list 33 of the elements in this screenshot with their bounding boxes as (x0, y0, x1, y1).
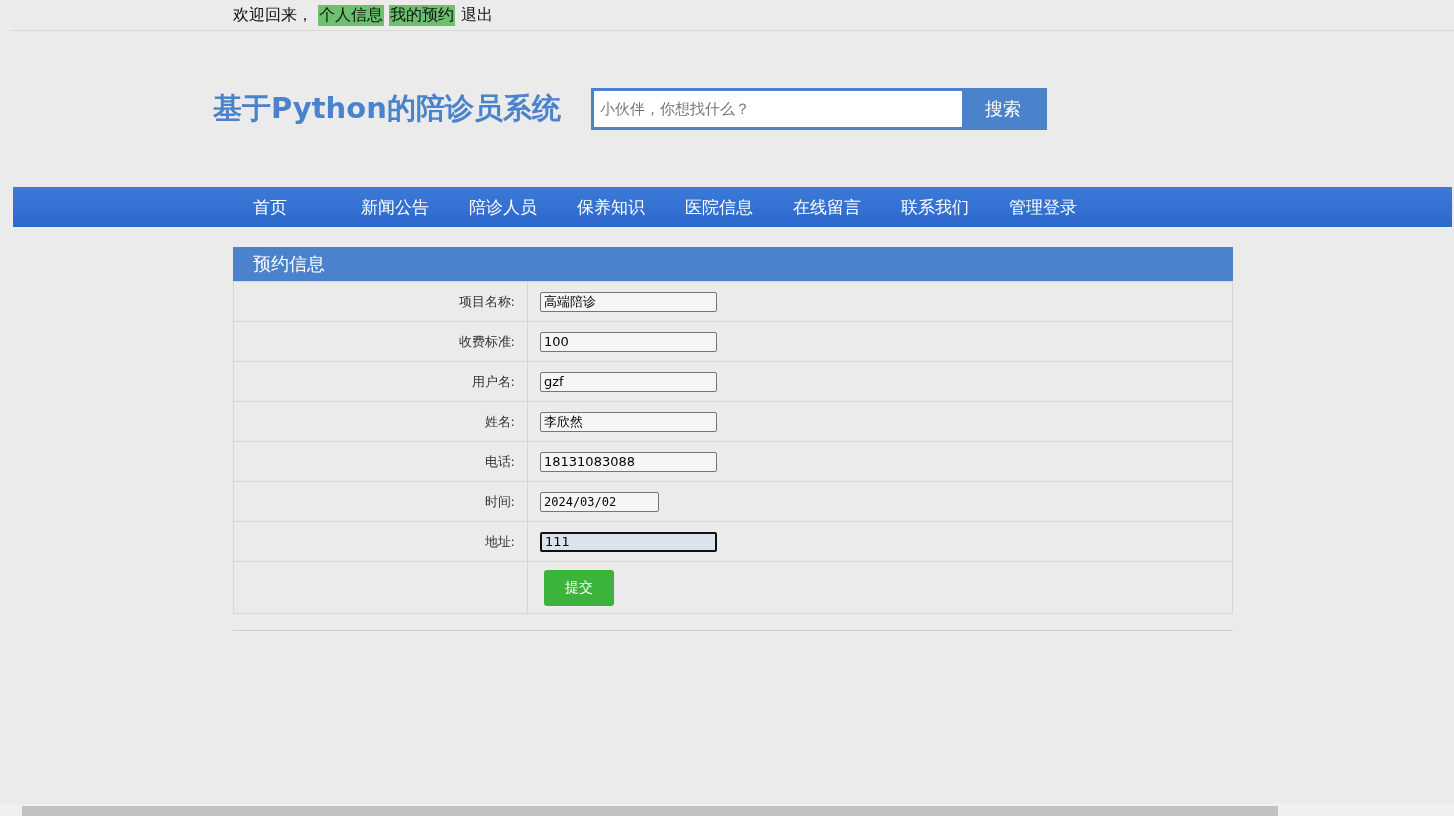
nav-item[interactable]: 管理登录 (1009, 196, 1077, 217)
field-label: 姓名: (484, 413, 515, 429)
field-label: 用户名: (471, 373, 515, 389)
top-link[interactable]: 我的预约 (389, 4, 455, 26)
panel-title: 预约信息 (253, 252, 325, 276)
greeting-text: 欢迎回来， (233, 4, 313, 26)
field-label: 地址: (484, 533, 515, 549)
input-field[interactable]: gzf (540, 371, 717, 392)
nav-item[interactable]: 在线留言 (793, 196, 861, 217)
field-label: 收费标准: (458, 333, 515, 349)
input-field[interactable]: 100 (540, 331, 717, 352)
field-label: 电话: (484, 453, 515, 469)
nav-item[interactable]: 医院信息 (685, 196, 753, 217)
nav-item[interactable]: 新闻公告 (361, 196, 429, 217)
nav-item[interactable]: 保养知识 (577, 196, 645, 217)
input-field[interactable]: 李欣然 (540, 411, 717, 432)
field-label: 项目名称: (458, 293, 515, 309)
scrollbar[interactable] (0, 804, 1454, 816)
site-title: 基于Python的陪诊员系统 (213, 90, 561, 127)
input-field[interactable]: 111 (540, 531, 717, 552)
input-field[interactable]: 18131083088 (540, 451, 717, 472)
nav-item[interactable]: 首页 (253, 196, 287, 217)
input-field[interactable]: 高端陪诊 (540, 291, 717, 312)
submit-button[interactable]: 提交 (544, 569, 614, 606)
search-field[interactable]: 小伙伴，你想找什么？ 搜索 (590, 88, 1047, 130)
nav-item[interactable]: 陪诊人员 (469, 196, 537, 217)
top-link[interactable]: 个人信息 (318, 4, 384, 26)
field-label: 时间: (484, 493, 515, 509)
top-link[interactable]: 退出 (460, 4, 494, 26)
nav-item[interactable]: 联系我们 (901, 196, 969, 217)
scrollbar-thumb[interactable] (22, 806, 1278, 816)
date-field[interactable]: 2024/03/02 (540, 491, 659, 512)
search-button[interactable]: 搜索 (961, 91, 1044, 127)
